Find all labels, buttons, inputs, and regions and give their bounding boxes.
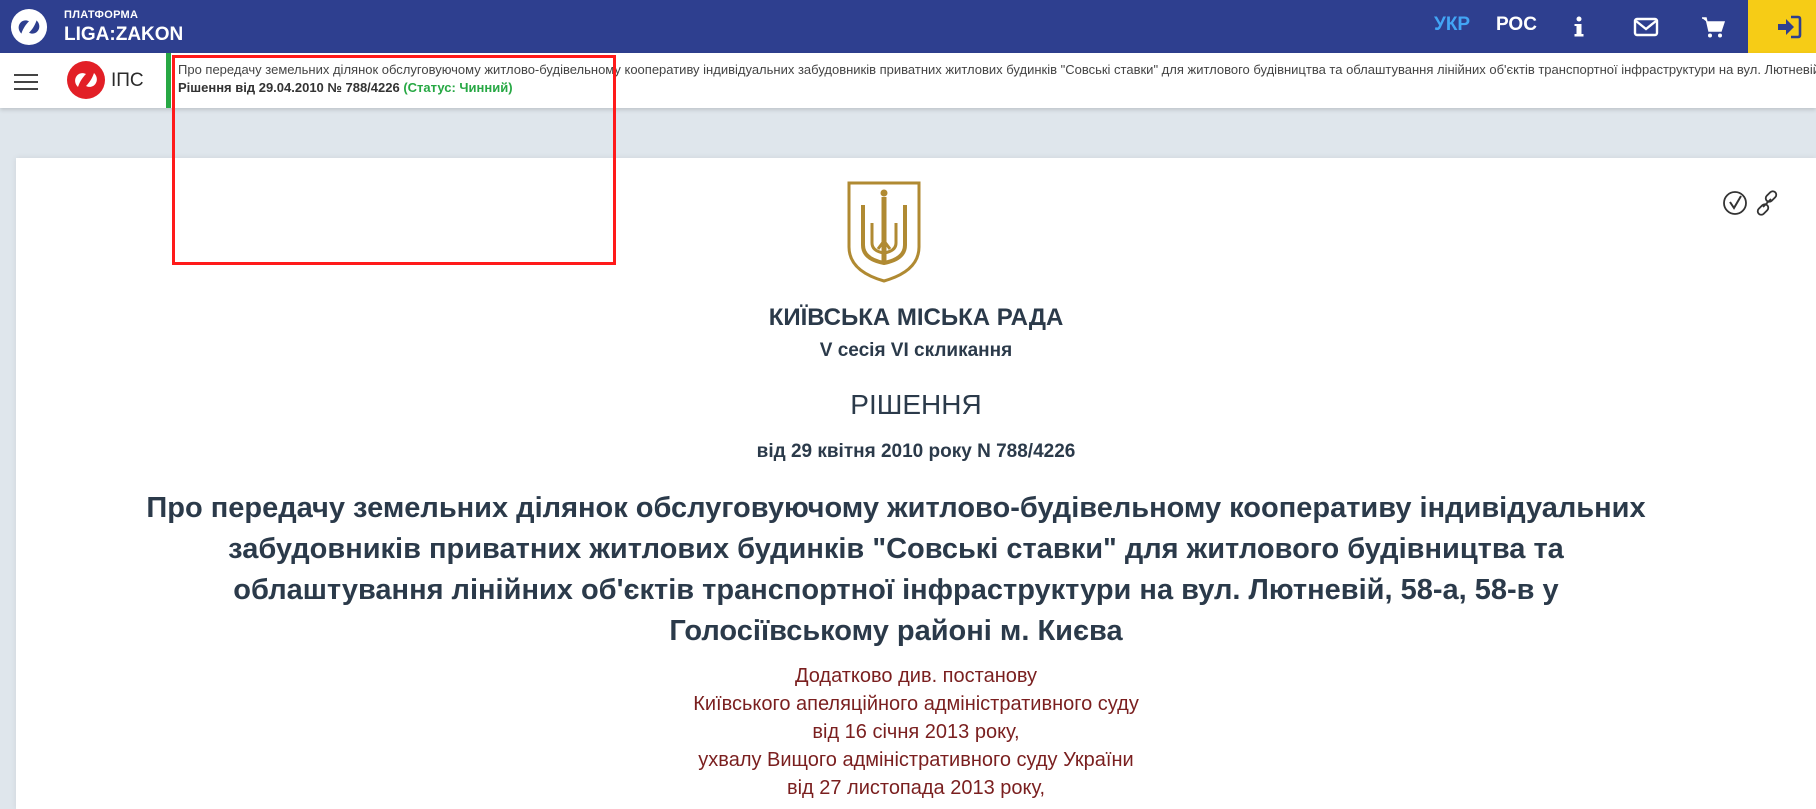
note-line[interactable]: від 27 листопада 2013 року, <box>16 774 1816 802</box>
lang-ukr-link[interactable]: УКР <box>1434 14 1470 36</box>
ips-logo-icon[interactable] <box>66 60 106 100</box>
session-info: V сесія VI скликання <box>819 340 1013 361</box>
document-meta: Рішення від 29.04.2010 № 788/4226 (Стату… <box>178 80 513 95</box>
note-line[interactable]: Київського апеляційного адміністративног… <box>16 690 1816 718</box>
status-indicator-bar <box>166 53 171 108</box>
version-check-icon[interactable] <box>1722 190 1748 216</box>
document-date: від 29 квітня 2010 року N 788/4226 <box>756 441 1076 462</box>
council-name: КИЇВСЬКА МІСЬКА РАДА <box>768 304 1064 331</box>
document-main-title: Про передачу земельних ділянок обслугову… <box>146 492 1646 647</box>
coat-of-arms-icon <box>847 181 921 283</box>
platform-label: ПЛАТФОРМА <box>64 9 139 21</box>
status-badge: (Статус: Чинний) <box>403 80 513 95</box>
document-title-short: Про передачу земельних ділянок обслугову… <box>178 62 1816 77</box>
brand-logo-link[interactable]: ПЛАТФОРМА LIGA:ZAKON <box>10 6 183 48</box>
document-header-bar: ІПС Про передачу земельних ділянок обслу… <box>0 53 1816 108</box>
lang-ros-link[interactable]: РОС <box>1496 14 1537 36</box>
login-button[interactable] <box>1748 0 1816 53</box>
brand-name: LIGA:ZAKON <box>64 24 184 45</box>
note-line[interactable]: ухвалу Вищого адміністративного суду Укр… <box>16 746 1816 774</box>
document-number: Рішення від 29.04.2010 № 788/4226 <box>178 80 400 95</box>
login-icon <box>1778 15 1802 39</box>
document-card: КИЇВСЬКА МІСЬКА РАДА V сесія VI скликанн… <box>16 158 1816 809</box>
cart-icon[interactable] <box>1700 14 1726 40</box>
note-line[interactable]: Додатково див. постанову <box>16 662 1816 690</box>
brand-text: ПЛАТФОРМА LIGA:ZAKON <box>64 9 184 45</box>
document-type: РІШЕННЯ <box>850 389 982 420</box>
ips-label[interactable]: ІПС <box>111 70 144 92</box>
liga-logo-icon <box>10 8 48 46</box>
link-icon[interactable] <box>1754 190 1780 216</box>
note-line[interactable]: від 16 січня 2013 року, <box>16 718 1816 746</box>
top-bar: ПЛАТФОРМА LIGA:ZAKON УКР РОС <box>0 0 1816 53</box>
hamburger-menu-icon[interactable] <box>14 73 38 91</box>
mail-icon[interactable] <box>1633 14 1659 40</box>
info-icon[interactable] <box>1566 14 1592 40</box>
